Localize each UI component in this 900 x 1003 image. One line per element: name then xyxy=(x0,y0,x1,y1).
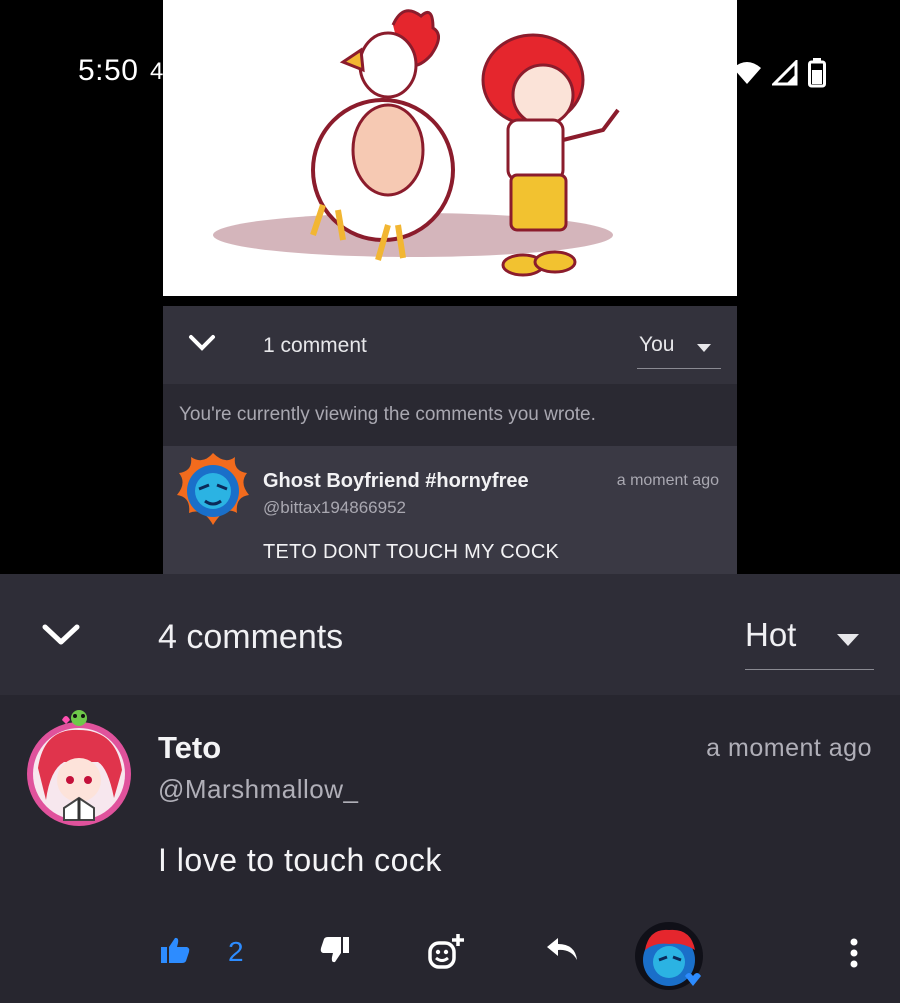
artwork-illustration xyxy=(213,9,620,277)
notification-icon: 4 xyxy=(150,58,164,85)
background-comments-header: 1 comment You xyxy=(163,306,737,384)
sort-value: Hot xyxy=(745,616,797,653)
dropdown-arrow-icon xyxy=(697,344,711,352)
add-reaction-icon[interactable] xyxy=(428,932,466,970)
background-comment-panel: 1 comment You You're currently viewing t… xyxy=(163,306,737,576)
background-sort-dropdown[interactable]: You xyxy=(637,330,721,369)
comment-author[interactable]: Ghost Boyfriend #hornyfree xyxy=(263,470,529,493)
like-count: 2 xyxy=(228,936,244,967)
avatar[interactable] xyxy=(175,451,251,527)
comment-body: I love to touch cock xyxy=(158,842,442,878)
filter-info-text: You're currently viewing the comments yo… xyxy=(179,404,596,425)
comment-author[interactable]: Teto xyxy=(158,730,221,766)
comment-timestamp: a moment ago xyxy=(706,734,872,762)
battery-icon xyxy=(808,58,826,88)
comment-body: TETO DONT TOUCH MY COCK xyxy=(263,541,560,563)
comment-timestamp: a moment ago xyxy=(616,472,719,489)
more-options-icon[interactable] xyxy=(848,938,860,968)
status-time: 5:50 xyxy=(78,54,139,87)
reply-icon[interactable] xyxy=(545,936,579,962)
collapse-chevron-icon[interactable] xyxy=(40,620,82,650)
comment-action-bar: 2 xyxy=(0,914,900,994)
filter-info-banner: You're currently viewing the comments yo… xyxy=(163,384,737,446)
comment-count: 4 comments xyxy=(158,618,344,656)
thumbs-down-icon[interactable] xyxy=(320,936,350,964)
thumbs-up-icon[interactable] xyxy=(160,936,190,964)
background-comment-item: Ghost Boyfriend #hornyfree @bittax194866… xyxy=(163,446,737,576)
status-icons xyxy=(732,58,826,88)
reactor-avatar[interactable] xyxy=(633,920,705,992)
background-sort-value: You xyxy=(639,333,675,356)
dropdown-arrow-icon xyxy=(837,634,859,646)
comment-handle: @bittax194866952 xyxy=(263,498,406,517)
avatar[interactable] xyxy=(24,708,134,828)
comments-header: 4 comments Hot xyxy=(0,574,900,695)
comment-handle: @Marshmallow_ xyxy=(158,774,359,804)
signal-icon xyxy=(772,60,798,86)
post-image[interactable] xyxy=(163,0,737,296)
comments-sheet: 4 comments Hot Teto @Marshmallow_ a mome… xyxy=(0,574,900,1003)
sort-dropdown[interactable]: Hot xyxy=(745,612,874,670)
background-comment-count: 1 comment xyxy=(263,334,367,357)
collapse-chevron-icon[interactable] xyxy=(187,332,217,354)
